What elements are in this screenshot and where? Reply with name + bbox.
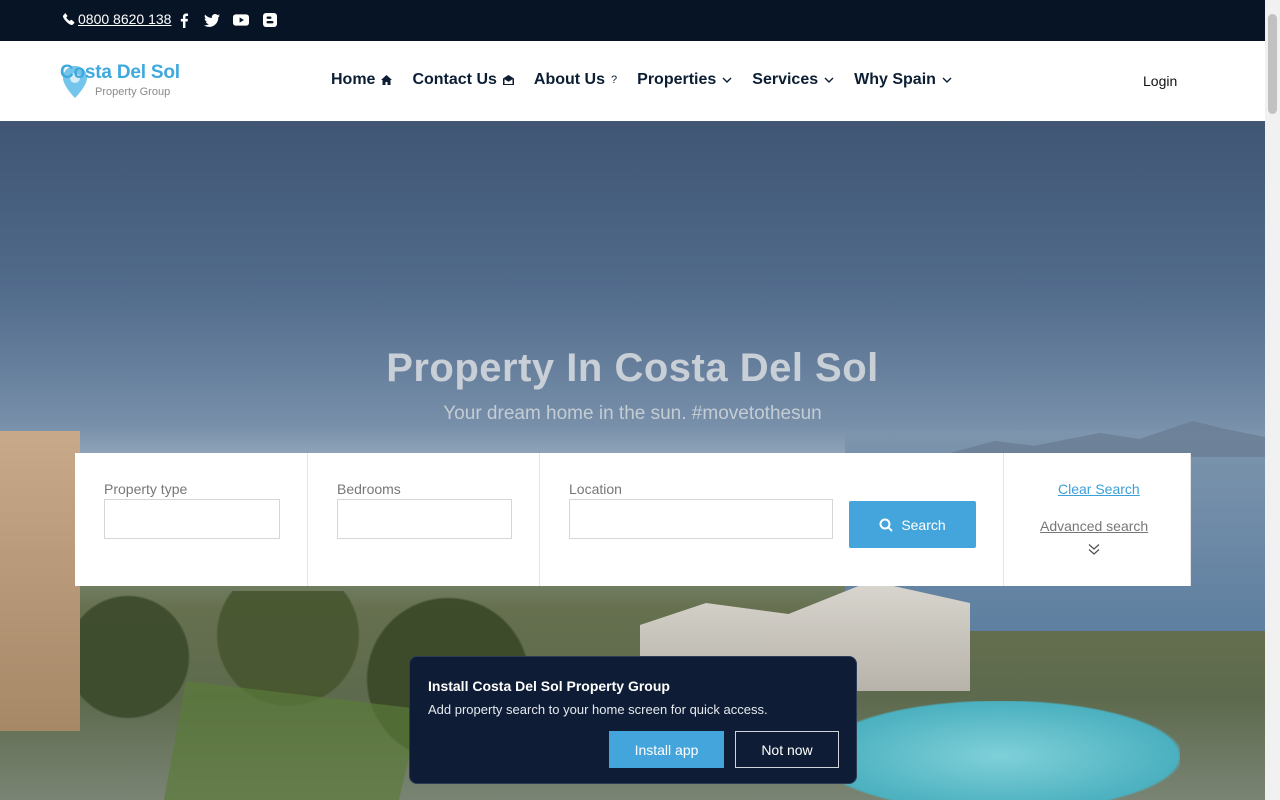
nav-why-spain[interactable]: Why Spain <box>854 71 952 89</box>
location-label: Location <box>569 481 622 497</box>
property-type-select[interactable] <box>104 499 280 539</box>
nav-properties-label: Properties <box>637 71 717 88</box>
nav-contact-us[interactable]: Contact Us <box>412 71 514 89</box>
clear-search-link[interactable]: Clear Search <box>1058 481 1140 497</box>
double-chevron-down-icon[interactable] <box>1088 543 1100 561</box>
nav-about-label: About Us <box>533 71 606 88</box>
nav-properties[interactable]: Properties <box>637 71 732 89</box>
main-nav: Home Contact Us About Us ? Properties Se… <box>331 71 972 89</box>
phone-link[interactable]: 0800 8620 138 <box>62 11 171 27</box>
site-header: Costa Del Sol Property Group Home Contac… <box>0 41 1265 121</box>
scrollbar-thumb[interactable] <box>1268 14 1277 114</box>
nav-why-spain-label: Why Spain <box>854 71 936 88</box>
top-bar: 0800 8620 138 <box>0 0 1265 41</box>
chevron-down-icon <box>942 77 952 83</box>
logo-subtitle: Property Group <box>95 86 171 98</box>
bedrooms-label: Bedrooms <box>337 481 401 497</box>
envelope-open-icon <box>502 75 514 85</box>
phone-number: 0800 8620 138 <box>78 11 172 27</box>
search-panel: Property type Bedrooms Location Search C… <box>75 453 1191 586</box>
youtube-icon[interactable] <box>233 12 249 28</box>
logo[interactable]: Costa Del Sol Property Group <box>58 61 188 103</box>
search-button[interactable]: Search <box>849 501 976 548</box>
property-type-label: Property type <box>104 481 188 497</box>
login-link[interactable]: Login <box>1143 73 1177 89</box>
hero-pool <box>820 701 1180 800</box>
bedrooms-select[interactable] <box>337 499 512 539</box>
nav-home[interactable]: Home <box>331 71 393 89</box>
install-dialog-description: Add property search to your home screen … <box>428 702 768 717</box>
phone-icon <box>62 13 75 26</box>
logo-brand: Costa Del Sol <box>60 62 180 83</box>
install-app-dialog: Install Costa Del Sol Property Group Add… <box>409 656 857 784</box>
nav-home-label: Home <box>331 71 376 88</box>
search-button-label: Search <box>901 516 946 533</box>
search-icon <box>879 518 894 532</box>
hero-subtitle: Your dream home in the sun. #movetothesu… <box>443 403 822 424</box>
location-input[interactable] <box>569 499 833 539</box>
property-type-column: Property type <box>75 453 308 586</box>
page-scrollbar[interactable] <box>1265 0 1280 800</box>
not-now-button[interactable]: Not now <box>735 731 839 768</box>
facebook-icon[interactable] <box>176 12 192 28</box>
twitter-icon[interactable] <box>204 12 220 28</box>
hero-title: Property In Costa Del Sol <box>386 346 879 390</box>
nav-contact-label: Contact Us <box>412 71 497 88</box>
chevron-down-icon <box>824 77 834 83</box>
hero-building <box>0 431 80 731</box>
install-app-button[interactable]: Install app <box>609 731 724 768</box>
question-icon: ? <box>611 74 618 86</box>
bedrooms-column: Bedrooms <box>308 453 540 586</box>
blogger-icon[interactable] <box>262 12 278 28</box>
advanced-search-link[interactable]: Advanced search <box>1040 518 1148 534</box>
nav-about-us[interactable]: About Us ? <box>534 71 617 89</box>
home-icon <box>381 75 393 85</box>
chevron-down-icon <box>722 77 732 83</box>
nav-services[interactable]: Services <box>752 71 834 89</box>
install-dialog-title: Install Costa Del Sol Property Group <box>428 678 670 694</box>
nav-services-label: Services <box>752 71 819 88</box>
